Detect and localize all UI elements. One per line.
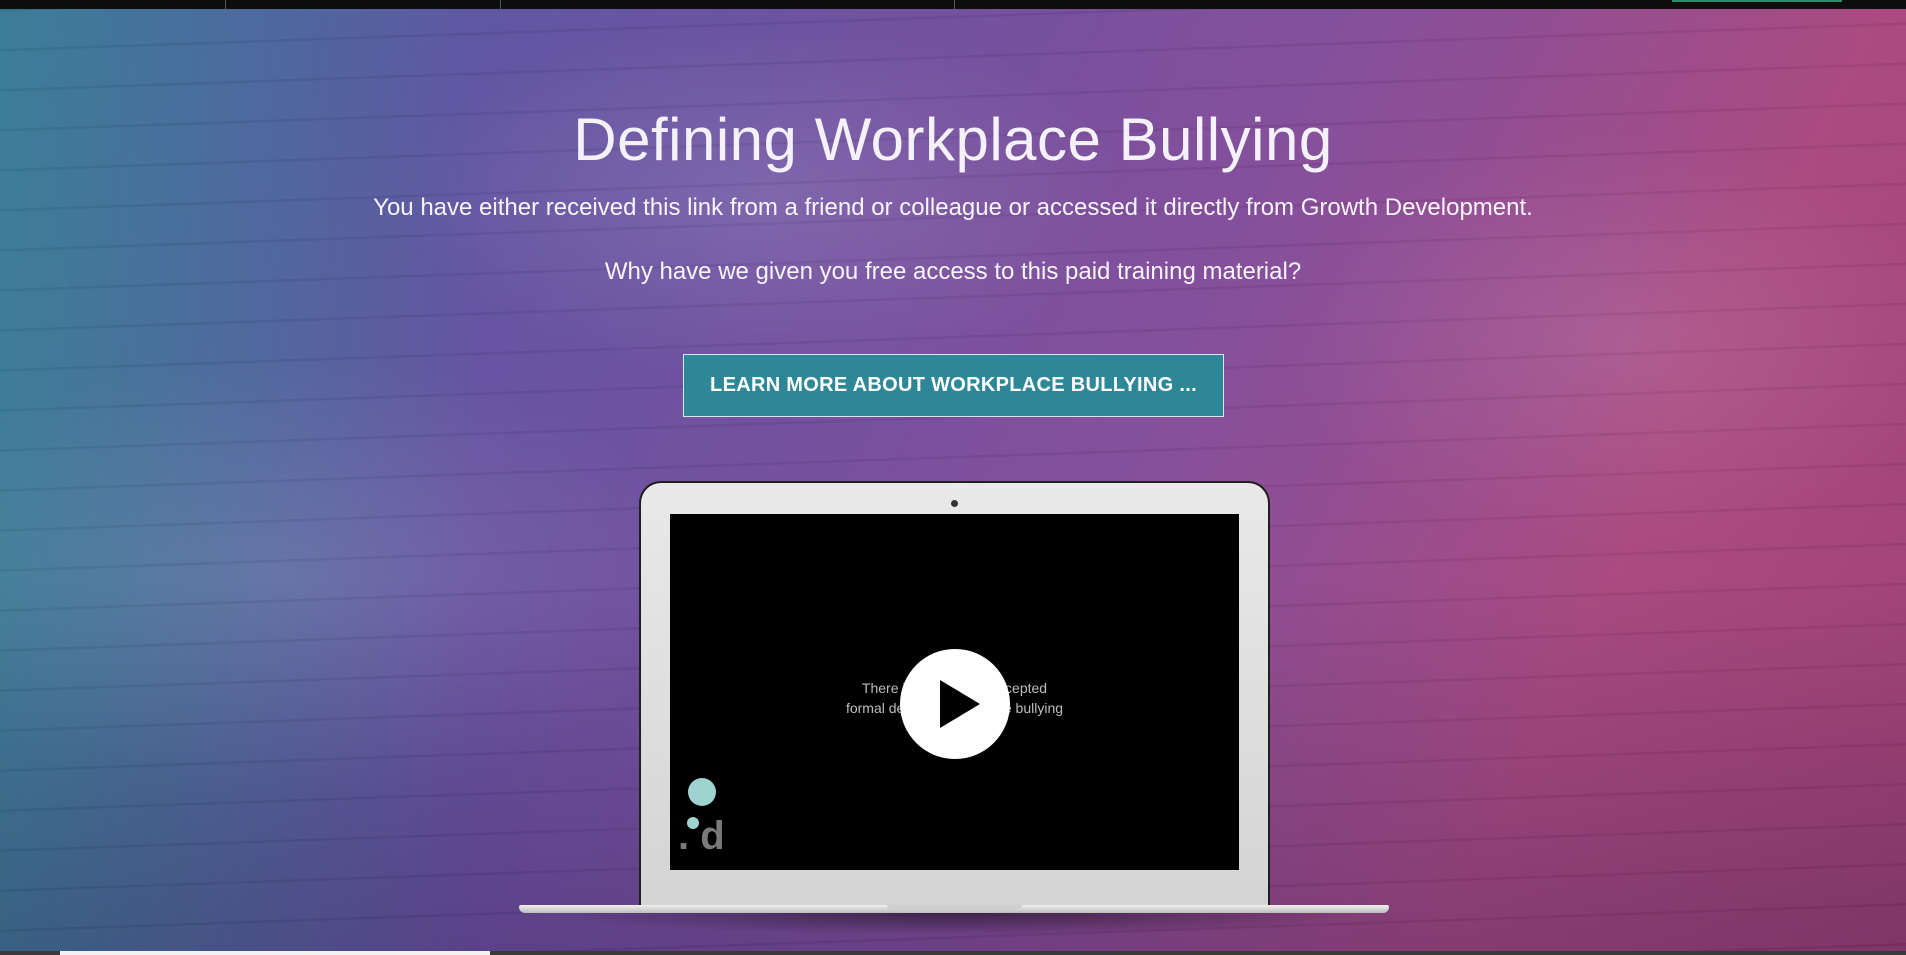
brand-logo-dot	[688, 778, 716, 806]
nav-divider	[500, 0, 501, 9]
play-icon	[940, 680, 980, 728]
top-nav-bar	[0, 0, 1906, 9]
bottom-scroll-strip	[0, 951, 1906, 955]
page-title: Defining Workplace Bullying	[573, 106, 1333, 173]
intro-text: You have either received this link from …	[373, 194, 1533, 221]
brand-logo-text: . d	[678, 814, 725, 858]
laptop-notch	[887, 905, 1022, 910]
question-text: Why have we given you free access to thi…	[604, 258, 1302, 285]
laptop-shadow	[540, 913, 1370, 935]
scroll-indicator[interactable]	[60, 951, 490, 955]
video-player[interactable]: There is ccepted formal defi ce bullying…	[670, 514, 1239, 870]
laptop-camera	[951, 500, 958, 507]
nav-divider	[954, 0, 955, 9]
learn-more-button[interactable]: LEARN MORE ABOUT WORKPLACE BULLYING ...	[683, 354, 1224, 417]
play-button[interactable]	[900, 649, 1010, 759]
nav-accent-underline	[1672, 0, 1842, 2]
nav-divider	[225, 0, 226, 9]
